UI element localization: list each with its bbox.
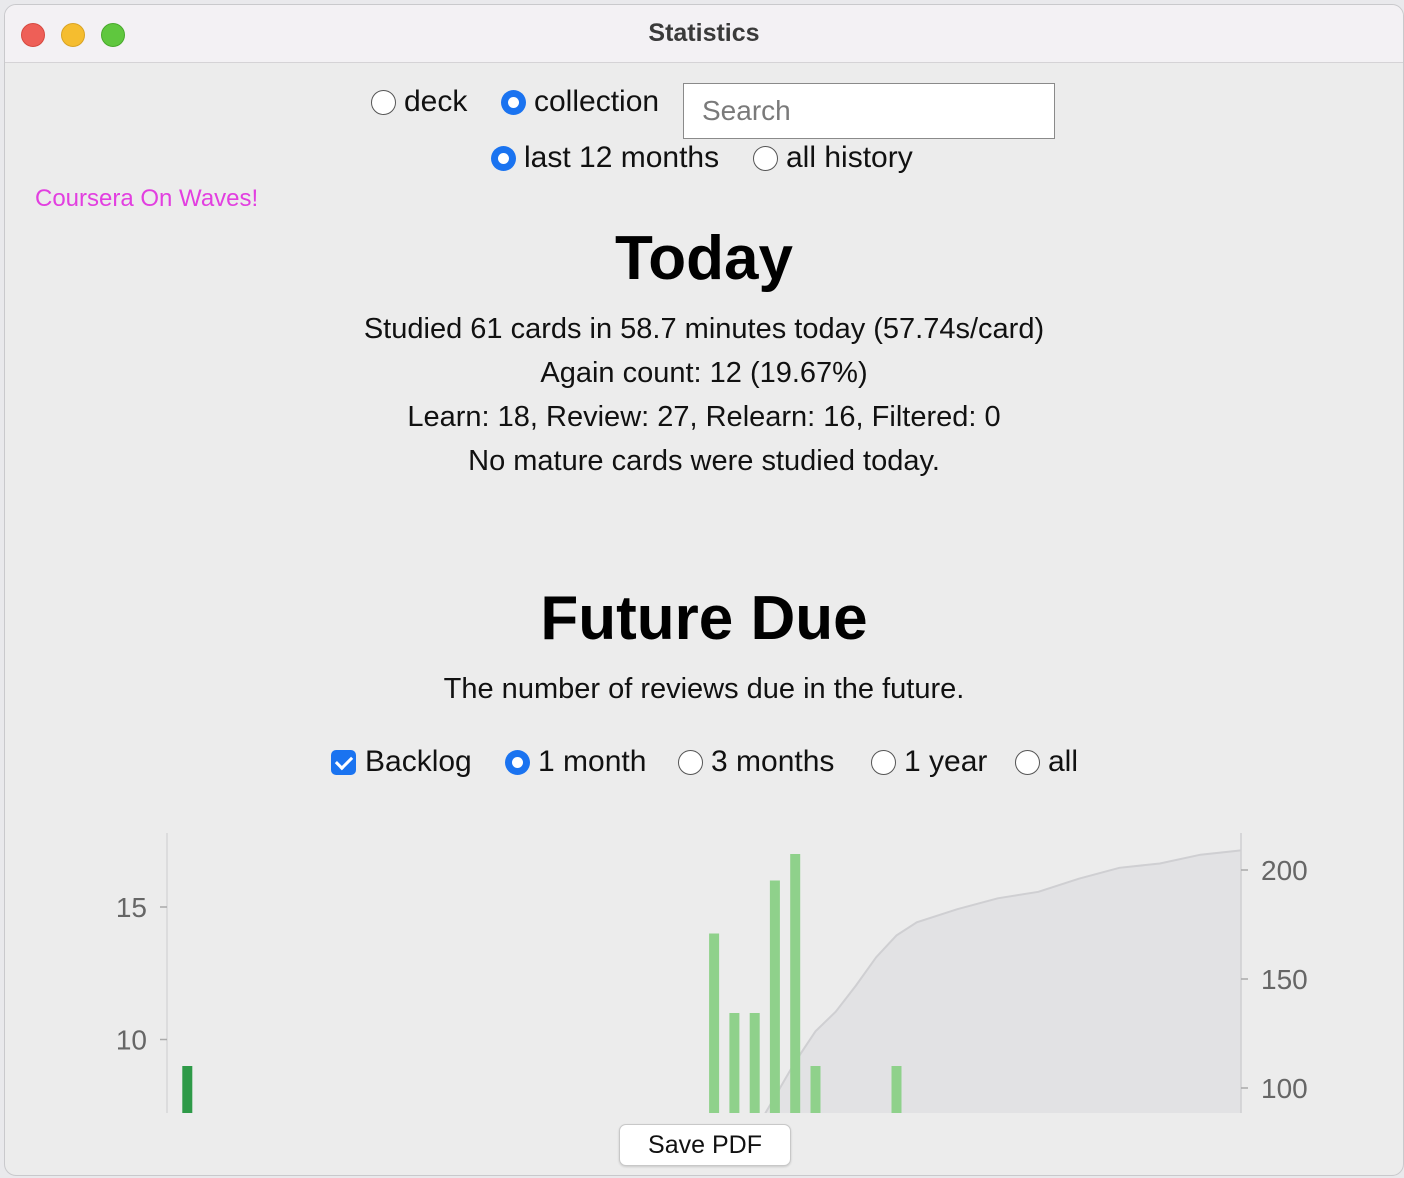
today-breakdown-text: Learn: 18, Review: 27, Relearn: 16, Filt…: [407, 401, 1001, 433]
statistics-window: Statistics deck collection last 12 month…: [4, 4, 1404, 1176]
range-1-year-radio[interactable]: 1 year: [871, 745, 987, 779]
radio-selected-icon[interactable]: [505, 749, 530, 775]
due-bar: [891, 1066, 902, 1113]
radio-unselected-icon[interactable]: [678, 749, 703, 775]
left-axis-tick-label: 15: [116, 892, 147, 923]
range-3-months-radio[interactable]: 3 months: [678, 745, 834, 779]
radio-unselected-icon[interactable]: [1015, 749, 1040, 775]
due-bar: [749, 1013, 760, 1113]
future-due-chart: 10 15 100 150 200: [116, 833, 1308, 1113]
right-axis-tick-label: 200: [1261, 855, 1308, 886]
range-3-months-label: 3 months: [711, 745, 835, 778]
range-all-label: all: [1048, 745, 1079, 778]
period-all-history-label: all history: [786, 141, 913, 174]
today-mature-text: No mature cards were studied today.: [468, 445, 940, 477]
due-bar: [709, 933, 720, 1113]
range-all-radio[interactable]: all: [1015, 745, 1078, 779]
future-due-heading: Future Due: [540, 584, 868, 653]
due-bar: [729, 1013, 740, 1113]
backlog-checkbox[interactable]: Backlog: [331, 745, 472, 779]
scope-collection-radio[interactable]: collection: [501, 85, 659, 119]
today-again-text: Again count: 12 (19.67%): [540, 357, 868, 389]
scope-deck-label: deck: [404, 85, 468, 118]
checkbox-checked-icon[interactable]: [331, 749, 356, 775]
future-due-description: The number of reviews due in the future.: [443, 673, 965, 705]
title-bar: Statistics: [5, 5, 1403, 63]
today-heading: Today: [615, 224, 793, 293]
save-pdf-button[interactable]: Save PDF: [619, 1124, 791, 1166]
due-bar: [182, 1066, 193, 1113]
search-input[interactable]: [683, 83, 1055, 139]
range-1-month-label: 1 month: [538, 745, 647, 778]
window-title: Statistics: [648, 19, 760, 47]
cumulative-area: [754, 850, 1241, 1113]
period-12-months-label: last 12 months: [524, 141, 720, 174]
scope-deck-radio[interactable]: deck: [371, 85, 467, 119]
radio-unselected-icon[interactable]: [371, 89, 396, 115]
due-bar: [769, 880, 780, 1113]
right-axis-tick-label: 150: [1261, 964, 1308, 995]
due-bar: [810, 1066, 821, 1113]
left-axis-tick-label: 10: [116, 1025, 147, 1056]
period-all-history-radio[interactable]: all history: [753, 141, 913, 175]
range-1-year-label: 1 year: [904, 745, 988, 778]
backlog-label: Backlog: [365, 745, 472, 778]
radio-unselected-icon[interactable]: [871, 749, 896, 775]
addon-link[interactable]: Coursera On Waves!: [35, 185, 258, 213]
radio-unselected-icon[interactable]: [753, 145, 778, 171]
radio-selected-icon[interactable]: [501, 89, 526, 115]
due-bar: [790, 854, 801, 1113]
scope-collection-label: collection: [534, 85, 660, 118]
radio-selected-icon[interactable]: [491, 145, 516, 171]
range-1-month-radio[interactable]: 1 month: [505, 745, 646, 779]
period-12-months-radio[interactable]: last 12 months: [491, 141, 719, 175]
today-studied-text: Studied 61 cards in 58.7 minutes today (…: [363, 313, 1045, 345]
right-axis-tick-label: 100: [1261, 1073, 1308, 1104]
stats-content: deck collection last 12 months all histo…: [5, 63, 1403, 1175]
